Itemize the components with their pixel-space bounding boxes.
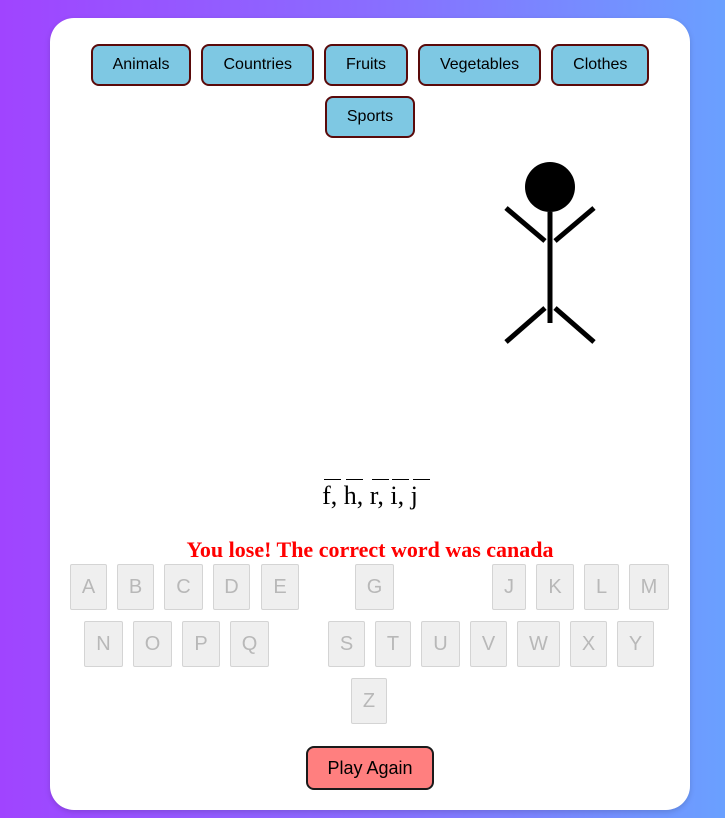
category-fruits-button[interactable]: Fruits bbox=[323, 44, 408, 86]
key-u-button[interactable]: U bbox=[421, 621, 460, 667]
game-card: Animals Countries Fruits Vegetables Clot… bbox=[50, 18, 690, 810]
hangman-left-arm bbox=[504, 206, 547, 243]
key-s-button[interactable]: S bbox=[328, 621, 365, 667]
letter-separator: , bbox=[397, 481, 405, 510]
guessed-letter: h bbox=[343, 481, 357, 510]
key-a-button[interactable]: A bbox=[70, 564, 107, 610]
category-bar: Animals Countries Fruits Vegetables Clot… bbox=[50, 44, 690, 138]
letter-slot: j bbox=[410, 479, 430, 511]
key-y-button[interactable]: Y bbox=[617, 621, 654, 667]
category-vegetables-button[interactable]: Vegetables bbox=[417, 44, 542, 86]
hangman-head bbox=[525, 162, 575, 212]
key-v-button[interactable]: V bbox=[470, 621, 507, 667]
guessed-letter: j bbox=[410, 481, 418, 510]
key-x-button[interactable]: X bbox=[570, 621, 607, 667]
key-m-button[interactable]: M bbox=[629, 564, 669, 610]
category-clothes-button[interactable]: Clothes bbox=[551, 44, 650, 86]
result-message: You lose! The correct word was canada bbox=[186, 537, 554, 562]
key-d-button[interactable]: D bbox=[213, 564, 250, 610]
key-n-button[interactable]: N bbox=[84, 621, 123, 667]
key-c-button[interactable]: C bbox=[164, 564, 203, 610]
category-countries-button[interactable]: Countries bbox=[201, 44, 314, 86]
letter-slot: h, bbox=[343, 479, 364, 511]
letter-separator: , bbox=[377, 481, 384, 510]
key-l-button[interactable]: L bbox=[584, 564, 619, 610]
guessed-letter: f bbox=[322, 481, 331, 510]
hangman-figure bbox=[504, 162, 596, 344]
letter-slot: f, bbox=[322, 479, 342, 511]
guessed-letters: f, h, r, i, j bbox=[50, 479, 690, 511]
key-w-button[interactable]: W bbox=[517, 621, 560, 667]
hangman-right-leg bbox=[553, 306, 596, 344]
key-j-button[interactable]: J bbox=[492, 564, 526, 610]
key-q-button[interactable]: Q bbox=[230, 621, 269, 667]
letter-separator: , bbox=[356, 481, 364, 510]
hangman-right-arm bbox=[553, 206, 596, 243]
hangman-left-leg bbox=[504, 306, 547, 344]
key-p-button[interactable]: P bbox=[182, 621, 220, 667]
category-sports-button[interactable]: Sports bbox=[324, 96, 416, 138]
key-b-button[interactable]: B bbox=[117, 564, 154, 610]
letter-slot: i, bbox=[390, 479, 410, 511]
key-k-button[interactable]: K bbox=[536, 564, 574, 610]
category-animals-button[interactable]: Animals bbox=[90, 44, 192, 86]
key-g-button[interactable]: G bbox=[355, 564, 394, 610]
letter-separator: , bbox=[330, 481, 338, 510]
key-t-button[interactable]: T bbox=[375, 621, 411, 667]
key-o-button[interactable]: O bbox=[133, 621, 172, 667]
key-z-button[interactable]: Z bbox=[351, 678, 387, 724]
guessed-letter: i bbox=[390, 481, 398, 510]
letter-slot: r, bbox=[370, 479, 389, 511]
key-e-button[interactable]: E bbox=[261, 564, 299, 610]
play-again-button[interactable]: Play Again bbox=[306, 746, 434, 790]
